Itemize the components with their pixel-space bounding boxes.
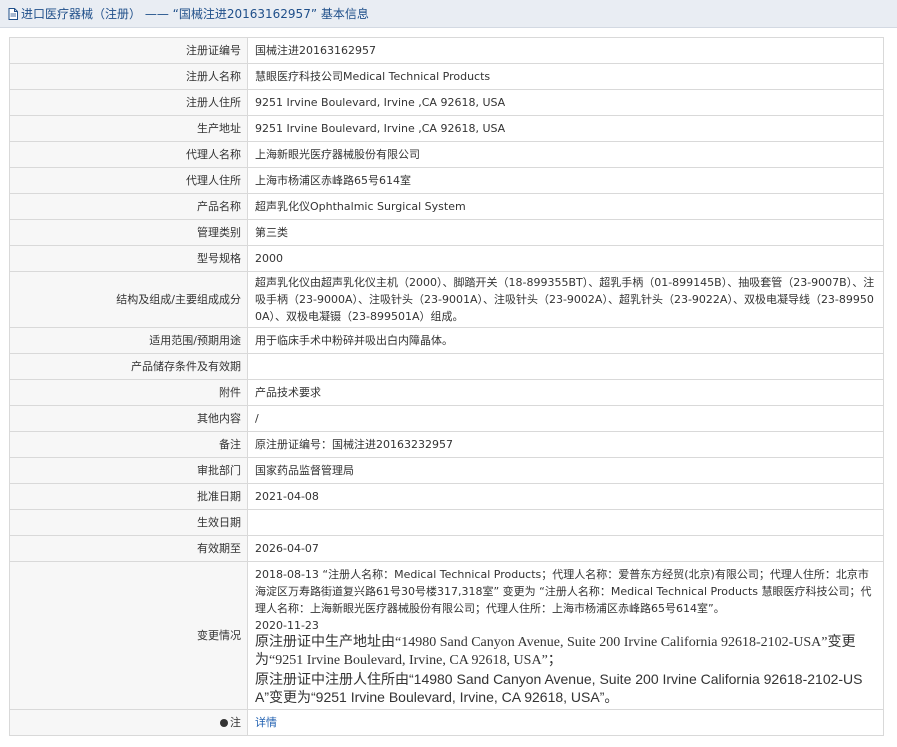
table-row: 生产地址 9251 Irvine Boulevard, Irvine ,CA 9… (9, 115, 884, 142)
field-value: 超声乳化仪由超声乳化仪主机（2000）、脚踏开关（18-899355BT）、超乳… (247, 271, 884, 328)
table-row: 注册人住所 9251 Irvine Boulevard, Irvine ,CA … (9, 89, 884, 116)
field-label: 审批部门 (9, 457, 248, 484)
registration-info-table: 注册证编号 国械注进20163162957 注册人名称 慧眼医疗科技公司Medi… (9, 37, 884, 736)
field-label: 备注 (9, 431, 248, 458)
field-value (247, 353, 884, 380)
pin-icon (220, 719, 228, 727)
page-title: 进口医疗器械（注册） —— “国械注进20163162957” 基本信息 (21, 7, 369, 21)
field-label: 生产地址 (9, 115, 248, 142)
document-icon (8, 7, 18, 20)
field-label: 注册人住所 (9, 89, 248, 116)
change-history: 2018-08-13 “注册人名称：Medical Technical Prod… (247, 561, 884, 710)
field-value: 国械注进20163162957 (247, 37, 884, 64)
field-label: 注册证编号 (9, 37, 248, 64)
change-entry: 原注册证中注册人住所由“14980 Sand Canyon Avenue, Su… (255, 670, 863, 705)
table-row: 结构及组成/主要组成成分 超声乳化仪由超声乳化仪主机（2000）、脚踏开关（18… (9, 271, 884, 328)
field-label: 批准日期 (9, 483, 248, 510)
field-label: 管理类别 (9, 219, 248, 246)
field-value: 9251 Irvine Boulevard, Irvine ,CA 92618,… (247, 89, 884, 116)
field-label: 有效期至 (9, 535, 248, 562)
field-label: 型号规格 (9, 245, 248, 272)
field-label: 注册人名称 (9, 63, 248, 90)
field-value: 第三类 (247, 219, 884, 246)
change-entry: 2018-08-13 “注册人名称：Medical Technical Prod… (255, 567, 872, 615)
field-value: 2021-04-08 (247, 483, 884, 510)
field-value: 上海新眼光医疗器械股份有限公司 (247, 141, 884, 168)
field-value: 2026-04-07 (247, 535, 884, 562)
field-label: 代理人名称 (9, 141, 248, 168)
field-label: 生效日期 (9, 509, 248, 536)
field-value (247, 509, 884, 536)
table-row: 注册人名称 慧眼医疗科技公司Medical Technical Products (9, 63, 884, 90)
table-row: 管理类别 第三类 (9, 219, 884, 246)
table-row-changes: 变更情况 2018-08-13 “注册人名称：Medical Technical… (9, 561, 884, 710)
field-value: 慧眼医疗科技公司Medical Technical Products (247, 63, 884, 90)
table-row: 适用范围/预期用途 用于临床手术中粉碎并吸出白内障晶体。 (9, 327, 884, 354)
change-date: 2020-11-23 (255, 618, 319, 632)
table-row: 生效日期 (9, 509, 884, 536)
change-entry: 原注册证中生产地址由“14980 Sand Canyon Avenue, Sui… (255, 634, 856, 668)
field-label: 其他内容 (9, 405, 248, 432)
field-value: 用于临床手术中粉碎并吸出白内障晶体。 (247, 327, 884, 354)
table-row: 审批部门 国家药品监督管理局 (9, 457, 884, 484)
table-row: 附件 产品技术要求 (9, 379, 884, 406)
field-value: 国家药品监督管理局 (247, 457, 884, 484)
details-link[interactable]: 详情 (255, 716, 277, 729)
field-label: 附件 (9, 379, 248, 406)
field-value: 上海市杨浦区赤峰路65号614室 (247, 167, 884, 194)
field-label: 变更情况 (9, 561, 248, 710)
field-label: 适用范围/预期用途 (9, 327, 248, 354)
table-row: 批准日期 2021-04-08 (9, 483, 884, 510)
table-row: 型号规格 2000 (9, 245, 884, 272)
field-label: 结构及组成/主要组成成分 (9, 271, 248, 328)
table-row: 注 详情 (9, 709, 884, 736)
field-value: / (247, 405, 884, 432)
field-label: 产品名称 (9, 193, 248, 220)
table-row: 代理人住所 上海市杨浦区赤峰路65号614室 (9, 167, 884, 194)
table-row: 有效期至 2026-04-07 (9, 535, 884, 562)
field-value: 9251 Irvine Boulevard, Irvine ,CA 92618,… (247, 115, 884, 142)
field-label: 产品储存条件及有效期 (9, 353, 248, 380)
field-label: 代理人住所 (9, 167, 248, 194)
table-row: 注册证编号 国械注进20163162957 (9, 37, 884, 64)
field-value: 2000 (247, 245, 884, 272)
field-value: 超声乳化仪Ophthalmic Surgical System (247, 193, 884, 220)
table-row: 其他内容 / (9, 405, 884, 432)
table-row: 备注 原注册证编号：国械注进20163232957 (9, 431, 884, 458)
field-value: 产品技术要求 (247, 379, 884, 406)
table-row: 产品名称 超声乳化仪Ophthalmic Surgical System (9, 193, 884, 220)
table-row: 产品储存条件及有效期 (9, 353, 884, 380)
field-label: 注 (9, 709, 248, 736)
field-value: 原注册证编号：国械注进20163232957 (247, 431, 884, 458)
page-header: 进口医疗器械（注册） —— “国械注进20163162957” 基本信息 (0, 0, 897, 28)
table-row: 代理人名称 上海新眼光医疗器械股份有限公司 (9, 141, 884, 168)
note-label-text: 注 (230, 716, 241, 729)
field-value: 详情 (247, 709, 884, 736)
